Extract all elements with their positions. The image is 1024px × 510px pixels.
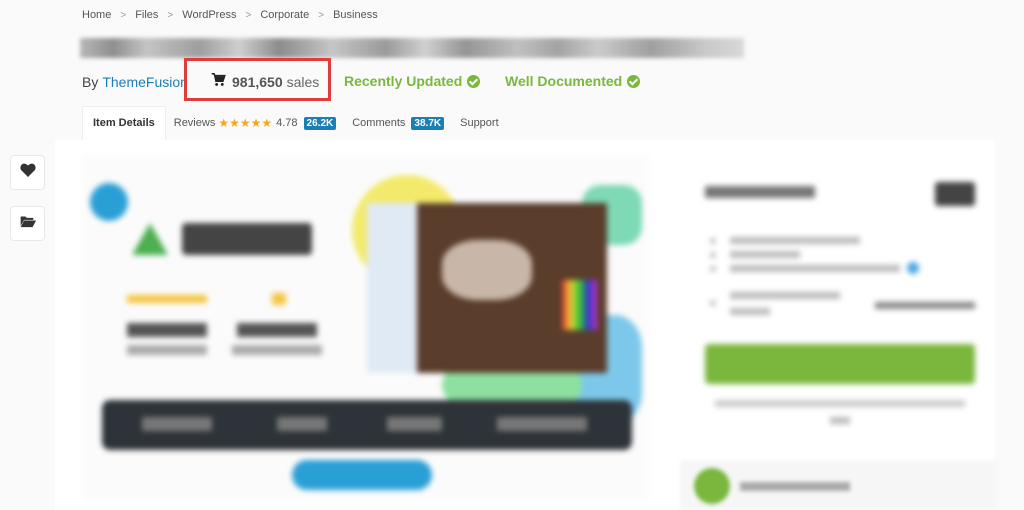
recently-updated-label: Recently Updated bbox=[344, 73, 463, 89]
tab-item-details[interactable]: Item Details bbox=[82, 106, 166, 140]
extend-support-price bbox=[875, 302, 975, 309]
preview-stars bbox=[127, 295, 207, 303]
rating-value: 4.78 bbox=[276, 117, 298, 129]
preview-color-picker bbox=[562, 280, 597, 330]
item-tabs: Item Details Reviews ★★★★★ 4.78 26.2K Co… bbox=[82, 106, 507, 140]
breadcrumb-business[interactable]: Business bbox=[333, 9, 378, 21]
preview-screenshot-panel bbox=[367, 203, 417, 373]
preview-feature bbox=[387, 417, 442, 431]
bullet bbox=[710, 252, 716, 258]
preview-star bbox=[272, 293, 286, 305]
reviews-count-badge: 26.2K bbox=[303, 116, 337, 130]
author-badge-icon bbox=[694, 468, 730, 504]
comments-label: Comments bbox=[352, 117, 406, 129]
breadcrumb-separator: > bbox=[120, 9, 127, 21]
preview-stat-label bbox=[127, 345, 207, 355]
recently-updated-badge: Recently Updated bbox=[344, 73, 481, 89]
favorite-button[interactable] bbox=[10, 155, 45, 190]
by-label: By bbox=[82, 74, 99, 90]
author-card-blurred bbox=[680, 460, 996, 510]
breadcrumb-files[interactable]: Files bbox=[135, 9, 158, 21]
tab-support[interactable]: Support bbox=[452, 106, 507, 140]
preview-feature bbox=[277, 417, 327, 431]
preview-stat bbox=[237, 323, 317, 337]
tab-reviews[interactable]: Reviews ★★★★★ 4.78 26.2K bbox=[166, 106, 344, 140]
breadcrumb-separator: > bbox=[245, 9, 252, 21]
preview-badge-circle bbox=[90, 183, 128, 221]
sales-count: 981,650 sales bbox=[211, 72, 320, 90]
reviews-label: Reviews bbox=[173, 117, 216, 129]
well-documented-badge: Well Documented bbox=[505, 73, 641, 89]
license-feature bbox=[730, 251, 800, 258]
bullet bbox=[710, 238, 716, 244]
preview-logo-mark bbox=[132, 223, 168, 255]
preview-logo-text bbox=[182, 223, 312, 255]
item-meta: By ThemeFusion bbox=[82, 72, 188, 92]
info-icon[interactable] bbox=[907, 262, 919, 274]
license-selector[interactable] bbox=[705, 186, 815, 198]
sales-number: 981,650 bbox=[232, 73, 283, 90]
preview-stat-label bbox=[232, 345, 322, 355]
breadcrumb-separator: > bbox=[167, 9, 174, 21]
preview-feature bbox=[497, 417, 587, 431]
purchase-card-blurred bbox=[685, 162, 995, 447]
preview-feature bbox=[142, 417, 212, 431]
bullet bbox=[710, 266, 716, 272]
check-circle-icon bbox=[467, 74, 481, 88]
price bbox=[935, 182, 975, 206]
comments-count-badge: 38.7K bbox=[411, 116, 445, 130]
tab-comments[interactable]: Comments 38.7K bbox=[344, 106, 452, 140]
preview-stat bbox=[127, 323, 207, 337]
extend-support-label bbox=[730, 308, 770, 315]
rating-stars-icon: ★★★★★ bbox=[218, 116, 273, 130]
extend-support-label bbox=[730, 292, 840, 299]
breadcrumb-wordpress[interactable]: WordPress bbox=[182, 9, 236, 21]
folder-open-icon bbox=[20, 215, 36, 233]
item-preview-image-blurred[interactable] bbox=[82, 155, 648, 500]
license-feature bbox=[730, 265, 900, 272]
check-circle-icon bbox=[627, 74, 641, 88]
checkbox[interactable] bbox=[710, 300, 716, 306]
breadcrumb-corporate[interactable]: Corporate bbox=[260, 9, 309, 21]
preview-screenshot-subject bbox=[442, 240, 532, 300]
preview-live-button bbox=[292, 460, 432, 490]
price-note bbox=[830, 417, 850, 424]
cart-icon bbox=[211, 72, 226, 90]
price-note bbox=[715, 400, 965, 407]
sales-label: sales bbox=[286, 73, 320, 90]
well-documented-label: Well Documented bbox=[505, 73, 623, 89]
author-badge-label bbox=[740, 482, 850, 491]
add-to-collection-button[interactable] bbox=[10, 206, 45, 241]
breadcrumb: Home > Files > WordPress > Corporate > B… bbox=[82, 9, 378, 21]
author-link[interactable]: ThemeFusion bbox=[102, 74, 188, 90]
add-to-cart-button[interactable] bbox=[705, 344, 975, 384]
item-header: Home > Files > WordPress > Corporate > B… bbox=[0, 0, 1024, 140]
breadcrumb-separator: > bbox=[318, 9, 325, 21]
breadcrumb-home[interactable]: Home bbox=[82, 9, 111, 21]
heart-icon bbox=[19, 163, 36, 182]
item-title-blurred bbox=[80, 38, 744, 58]
license-feature bbox=[730, 237, 860, 244]
